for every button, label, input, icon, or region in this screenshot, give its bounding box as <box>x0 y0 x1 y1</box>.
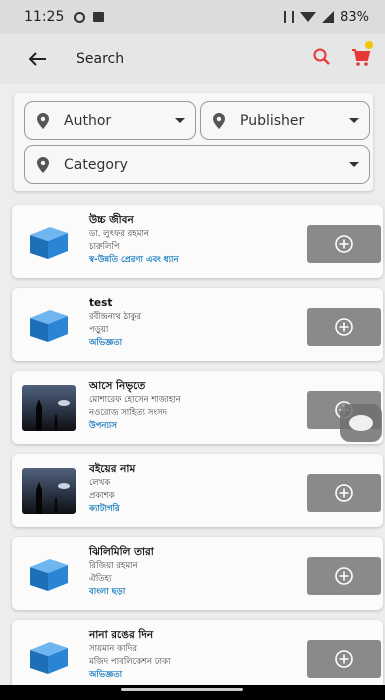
book-category[interactable]: বাংলা ছড়া <box>89 586 299 599</box>
book-title: নানা রঙের দিন <box>89 629 154 641</box>
book-publisher: মজিদ পাবলিকেশন ঢাকা <box>89 657 171 667</box>
chevron-down-icon <box>175 118 185 123</box>
publisher-label: Publisher <box>240 112 305 129</box>
book-category[interactable]: উপন্যাস <box>89 420 299 433</box>
plus-circle-icon <box>335 484 353 502</box>
app-actions <box>313 41 373 71</box>
book-category[interactable]: স্ব-উন্নতি প্রেরণা এবং ধ্যান <box>89 254 299 267</box>
book-author: রবীন্দ্রনাথ ঠাকুর <box>89 312 142 322</box>
book-author: রিজিয়া রহমান <box>89 561 138 571</box>
book-thumbnail <box>22 634 76 680</box>
book-info: ঝিলিমিলি তারা রিজিয়া রহমান ঐতিহ্য বাংলা… <box>89 545 299 599</box>
book-publisher: চারুলিপি <box>89 242 120 252</box>
floating-assistive-button[interactable] <box>340 404 382 442</box>
vibrate-icon <box>284 11 295 23</box>
back-arrow-icon[interactable] <box>24 45 52 73</box>
book-author: সায়মান কাদির <box>89 644 138 654</box>
plus-circle-icon <box>335 650 353 668</box>
publisher-dropdown[interactable]: Publisher <box>200 101 370 140</box>
book-card[interactable]: বইয়ের নাম লেখক প্রকাশক ক্যাটাগরি <box>12 454 383 527</box>
location-pin-icon <box>213 112 225 129</box>
book-publisher: প্রকাশক <box>89 491 115 501</box>
add-to-cart-button[interactable] <box>307 225 381 263</box>
book-info: আসে নিভৃতে মোশারেফ হোসেন শাজাহান নওরোজ স… <box>89 379 299 433</box>
book-info: বইয়ের নাম লেখক প্রকাশক ক্যাটাগরি <box>89 462 299 516</box>
location-pin-icon <box>37 112 49 129</box>
book-card[interactable]: আসে নিভৃতে মোশারেফ হোসেন শাজাহান নওরোজ স… <box>12 371 383 444</box>
app-bar: Search <box>0 34 385 84</box>
book-publisher: নওরোজ সাহিত্য সংসদ <box>89 408 168 418</box>
book-thumbnail <box>22 551 76 597</box>
book-thumbnail <box>22 219 76 265</box>
cart-icon[interactable] <box>351 41 373 71</box>
signal-icon <box>322 11 335 23</box>
battery-level: 83% <box>340 9 369 25</box>
location-pin-icon <box>37 156 49 173</box>
status-right: 83% <box>284 10 369 25</box>
wifi-icon <box>300 12 317 22</box>
notification-circle-icon <box>74 11 86 23</box>
book-info: নানা রঙের দিন সায়মান কাদির মজিদ পাবলিকে… <box>89 628 299 682</box>
book-title: ঝিলিমিলি তারা <box>89 546 154 558</box>
plus-circle-icon <box>335 567 353 585</box>
book-thumbnail <box>22 385 76 431</box>
page-title: Search <box>76 51 125 67</box>
assistive-touch-icon <box>349 415 373 431</box>
plus-circle-icon <box>335 318 353 336</box>
book-card[interactable]: নানা রঙের দিন সায়মান কাদির মজিদ পাবলিকে… <box>12 620 383 693</box>
cart-badge-dot <box>365 41 373 49</box>
gallery-notification-icon <box>93 12 105 22</box>
book-thumbnail <box>22 302 76 348</box>
book-title: উচ্চ জীবন <box>89 214 134 226</box>
book-publisher: পড়ুয়া <box>89 325 109 335</box>
book-info: উচ্চ জীবন ডা. লুৎফর রহমান চারুলিপি স্ব-উ… <box>89 213 299 267</box>
book-publisher: ঐতিহ্য <box>89 574 112 584</box>
book-title: বইয়ের নাম <box>89 463 136 475</box>
author-dropdown[interactable]: Author <box>24 101 196 140</box>
book-thumbnail <box>22 468 76 514</box>
book-category[interactable]: ক্যাটাগরি <box>89 503 299 516</box>
status-time: 11:25 <box>24 9 65 25</box>
book-card[interactable]: ঝিলিমিলি তারা রিজিয়া রহমান ঐতিহ্য বাংলা… <box>12 537 383 610</box>
book-title: test <box>89 297 113 309</box>
category-dropdown[interactable]: Category <box>24 145 370 184</box>
chevron-down-icon <box>349 118 359 123</box>
chevron-down-icon <box>349 162 359 167</box>
add-to-cart-button[interactable] <box>307 308 381 346</box>
plus-circle-icon <box>335 235 353 253</box>
book-author: লেখক <box>89 478 111 488</box>
book-author: মোশারেফ হোসেন শাজাহান <box>89 395 181 405</box>
book-card[interactable]: উচ্চ জীবন ডা. লুৎফর রহমান চারুলিপি স্ব-উ… <box>12 205 383 278</box>
filter-card: Author Publisher Category <box>14 93 373 191</box>
search-icon[interactable] <box>313 48 331 70</box>
add-to-cart-button[interactable] <box>307 474 381 512</box>
status-bar: 11:25 83% <box>0 0 385 34</box>
add-to-cart-button[interactable] <box>307 640 381 678</box>
book-info: test রবীন্দ্রনাথ ঠাকুর পড়ুয়া অভিজ্ঞতা <box>89 296 299 350</box>
home-gesture-handle[interactable] <box>121 688 243 691</box>
book-category[interactable]: অভিজ্ঞতা <box>89 337 299 350</box>
category-label: Category <box>64 156 128 173</box>
book-author: ডা. লুৎফর রহমান <box>89 229 149 239</box>
add-to-cart-button[interactable] <box>307 557 381 595</box>
book-title: আসে নিভৃতে <box>89 380 146 392</box>
author-label: Author <box>64 112 112 129</box>
book-card[interactable]: test রবীন্দ্রনাথ ঠাকুর পড়ুয়া অভিজ্ঞতা <box>12 288 383 361</box>
book-category[interactable]: অভিজ্ঞতা <box>89 669 299 682</box>
